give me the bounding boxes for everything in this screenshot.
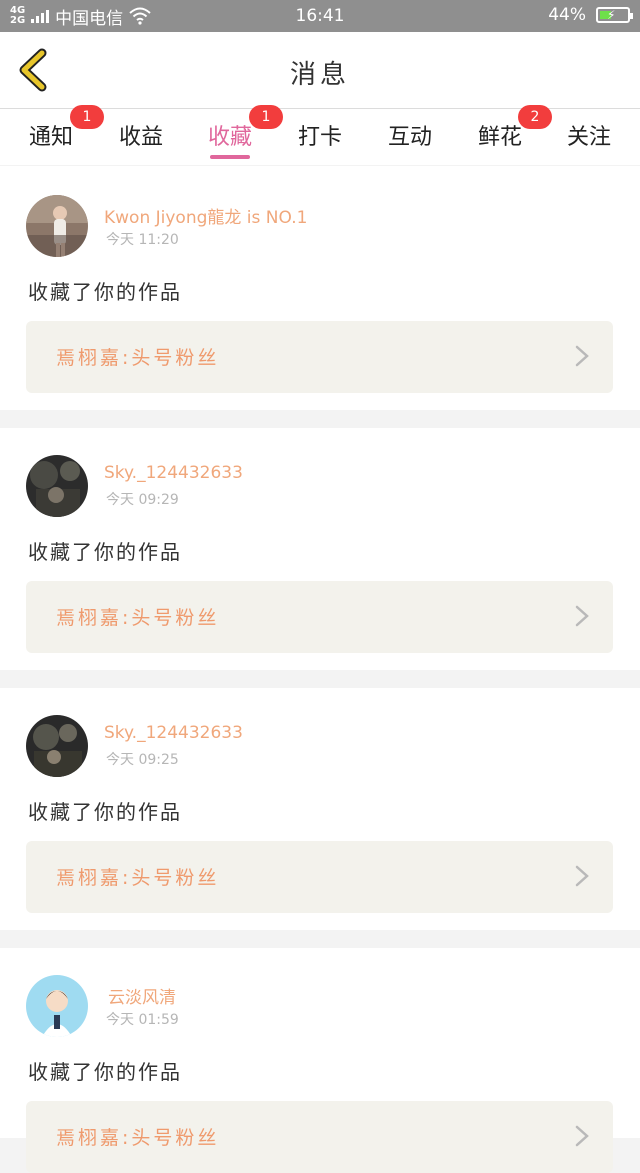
avatar[interactable] [26, 715, 88, 777]
battery-percent: 44% [548, 5, 586, 25]
tab-notice[interactable]: 通知 1 [16, 105, 104, 151]
tab-earnings[interactable]: 收益 [106, 119, 176, 151]
message-card[interactable]: Sky._124432633 今天 09:25 收藏了你的作品 焉栩嘉:头号粉丝 [0, 688, 640, 930]
avatar[interactable] [26, 195, 88, 257]
avatar[interactable] [26, 455, 88, 517]
tab-label: 鲜花 [477, 125, 522, 150]
tab-favorites[interactable]: 收藏 1 [195, 105, 283, 159]
chevron-right-icon [575, 1125, 589, 1147]
work-link[interactable]: 焉栩嘉:头号粉丝 [26, 321, 613, 393]
avatar[interactable] [26, 975, 88, 1037]
message-time: 今天 09:25 [106, 752, 179, 768]
tab-badge: 2 [518, 105, 552, 129]
message-card[interactable]: 云淡风清 今天 01:59 收藏了你的作品 焉栩嘉:头号粉丝 [0, 948, 640, 1173]
work-title: 焉栩嘉:头号粉丝 [56, 867, 220, 889]
chevron-right-icon [575, 345, 589, 367]
battery-icon: ⚡ [596, 7, 633, 23]
tab-label: 打卡 [297, 125, 342, 150]
username[interactable]: 云淡风清 [108, 983, 176, 1008]
work-title: 焉栩嘉:头号粉丝 [56, 607, 220, 629]
message-card[interactable]: Kwon Jiyong龍龙 is NO.1 今天 11:20 收藏了你的作品 焉… [0, 166, 640, 410]
message-action: 收藏了你的作品 [28, 1060, 182, 1084]
clock: 16:41 [295, 6, 345, 26]
work-link[interactable]: 焉栩嘉:头号粉丝 [26, 841, 613, 913]
username[interactable]: Sky._124432633 [104, 723, 243, 743]
chevron-right-icon [575, 605, 589, 627]
message-time: 今天 11:20 [106, 232, 179, 248]
tab-label: 收益 [118, 125, 163, 150]
work-link[interactable]: 焉栩嘉:头号粉丝 [26, 1101, 613, 1173]
tab-badge: 1 [249, 105, 283, 129]
message-time: 今天 09:29 [106, 492, 179, 508]
avatar-photo [26, 715, 88, 777]
tab-follow[interactable]: 关注 [554, 119, 624, 151]
username[interactable]: Sky._124432633 [104, 463, 243, 483]
tab-underline [210, 155, 250, 159]
tab-flowers[interactable]: 鲜花 2 [465, 105, 552, 151]
message-action: 收藏了你的作品 [28, 280, 182, 304]
status-bar: 4G 2G 中国电信 16:41 44% ⚡ [0, 0, 640, 32]
message-action: 收藏了你的作品 [28, 540, 182, 564]
header: 消息 [0, 32, 640, 109]
avatar-photo [26, 455, 88, 517]
tab-checkin[interactable]: 打卡 [285, 119, 355, 151]
message-time: 今天 01:59 [106, 1012, 179, 1028]
message-card[interactable]: Sky._124432633 今天 09:29 收藏了你的作品 焉栩嘉:头号粉丝 [0, 428, 640, 670]
tab-label: 收藏 [207, 125, 252, 150]
page-title: 消息 [289, 60, 350, 90]
tab-bar: 通知 1 收益 收藏 1 打卡 互动 鲜花 2 关注 [0, 105, 640, 165]
work-title: 焉栩嘉:头号粉丝 [56, 1127, 220, 1149]
tab-interaction[interactable]: 互动 [375, 119, 445, 151]
tab-label: 关注 [566, 125, 611, 150]
tab-badge: 1 [70, 105, 104, 129]
chevron-right-icon [575, 865, 589, 887]
status-right: 44% ⚡ [548, 5, 633, 25]
message-action: 收藏了你的作品 [28, 800, 182, 824]
avatar-photo [26, 975, 88, 1037]
tab-label: 互动 [387, 125, 432, 150]
username[interactable]: Kwon Jiyong龍龙 is NO.1 [104, 203, 307, 228]
work-link[interactable]: 焉栩嘉:头号粉丝 [26, 581, 613, 653]
avatar-photo [26, 195, 88, 257]
charging-icon: ⚡ [607, 8, 616, 22]
tab-label: 通知 [28, 125, 73, 150]
work-title: 焉栩嘉:头号粉丝 [56, 347, 220, 369]
